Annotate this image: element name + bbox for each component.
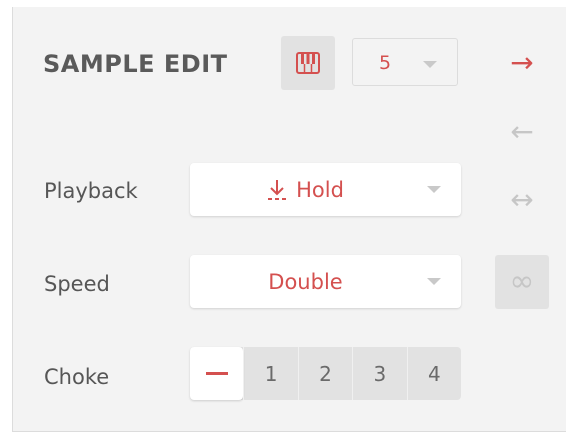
choke-option-3[interactable]: 3 <box>352 347 406 400</box>
dash-icon <box>205 372 228 375</box>
loop-button[interactable]: ∞ <box>495 255 549 309</box>
playback-value: Hold <box>296 177 344 202</box>
chevron-down-icon <box>423 61 437 68</box>
panel-title: SAMPLE EDIT <box>43 50 228 78</box>
sample-edit-panel: SAMPLE EDIT 5 → ← ↔ ∞ Playback Hold Spee… <box>12 7 566 432</box>
play-reverse-button[interactable]: ← <box>495 105 549 159</box>
choke-option-2[interactable]: 2 <box>297 347 352 400</box>
sample-number-value: 5 <box>379 52 392 74</box>
piano-keys-icon <box>296 52 320 74</box>
choke-segmented-control: — 1 2 3 4 <box>190 347 461 400</box>
arrow-left-icon: ← <box>510 115 534 148</box>
playback-label: Playback <box>44 179 138 203</box>
speed-value: Double <box>268 269 343 294</box>
arrow-left-right-icon: ↔ <box>510 183 534 216</box>
choke-option-1[interactable]: 1 <box>243 347 297 400</box>
play-forward-button[interactable]: → <box>495 36 549 90</box>
arrow-right-icon: → <box>510 46 534 79</box>
choke-option-4[interactable]: 4 <box>406 347 461 400</box>
chevron-down-icon <box>427 186 441 193</box>
chevron-down-icon <box>427 278 441 285</box>
infinity-icon: ∞ <box>509 264 535 299</box>
hold-download-icon <box>268 179 287 200</box>
ping-pong-button[interactable]: ↔ <box>495 173 549 227</box>
choke-label: Choke <box>44 365 110 389</box>
choke-option-none[interactable]: — <box>190 347 244 400</box>
speed-dropdown[interactable]: Double <box>190 255 461 308</box>
playback-dropdown[interactable]: Hold <box>190 163 461 216</box>
speed-label: Speed <box>44 272 110 296</box>
keyboard-toggle-button[interactable] <box>281 36 335 90</box>
sample-number-select[interactable]: 5 <box>352 38 458 86</box>
